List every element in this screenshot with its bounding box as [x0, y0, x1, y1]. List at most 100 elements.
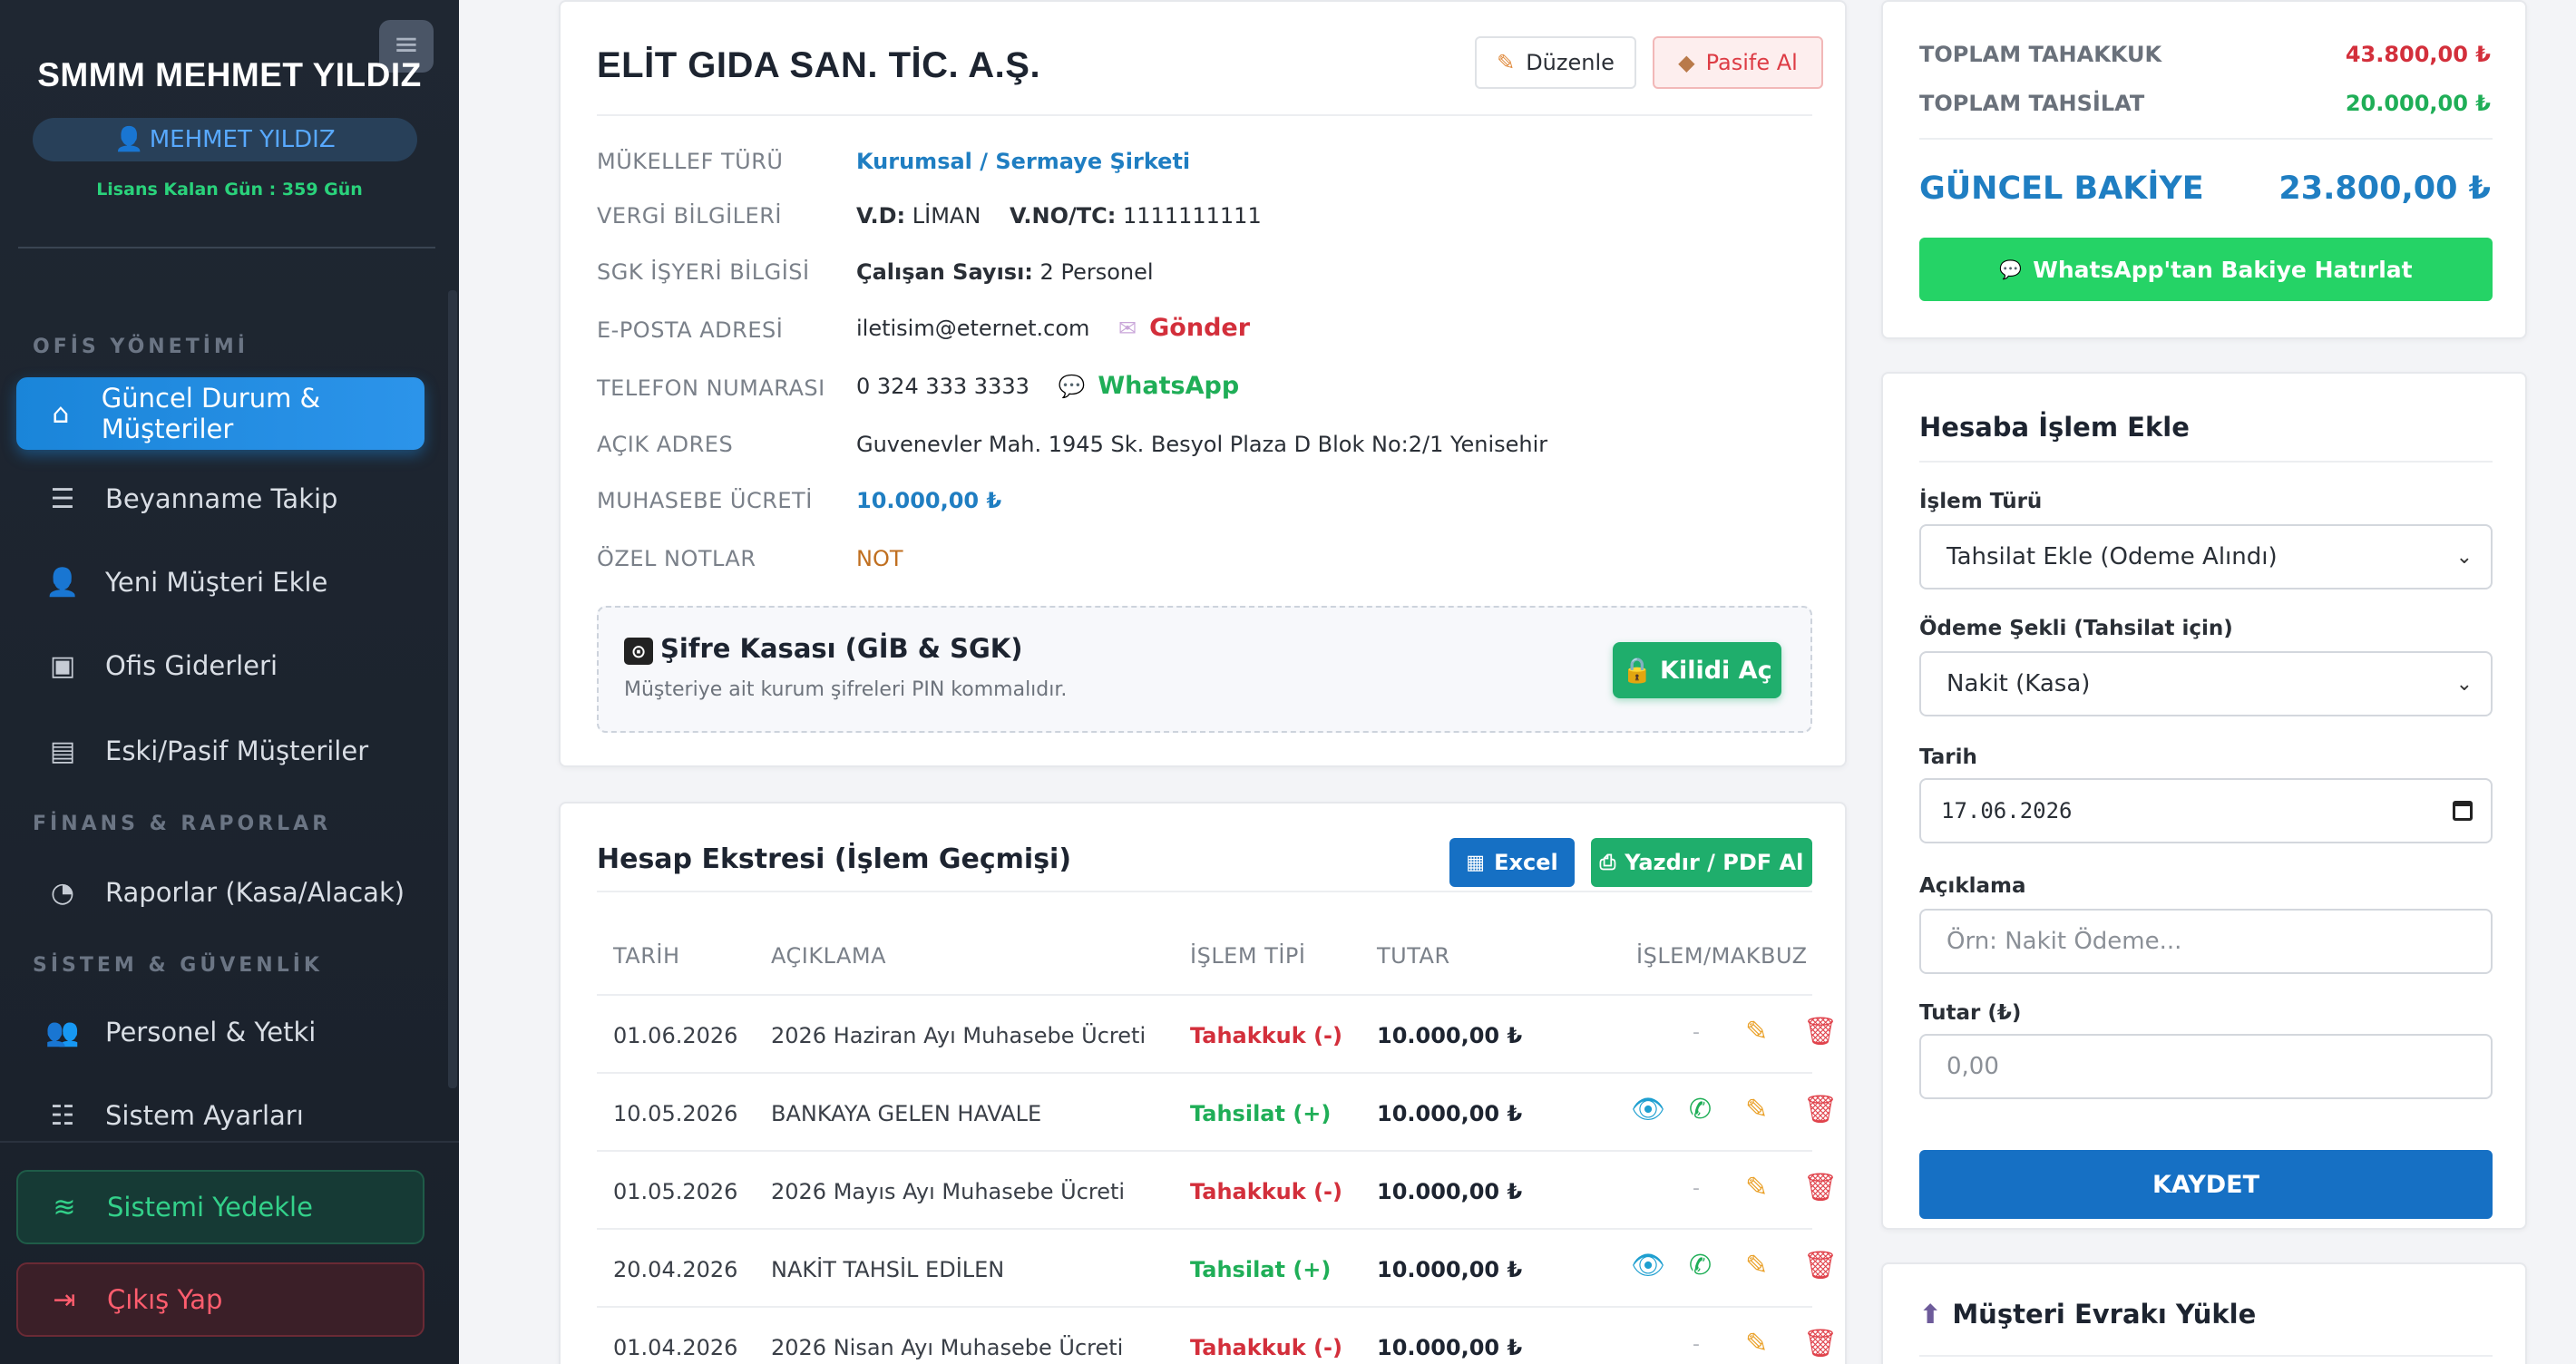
edit-icon[interactable]: ✎	[1745, 1172, 1768, 1203]
no-receipt-dash: -	[1693, 1333, 1700, 1356]
transaction-type-value: Tahsilat Ekle (Odeme Alındı)	[1947, 543, 2278, 570]
sidebar-item-declarations[interactable]: ☰ Beyanname Takip	[16, 463, 424, 535]
chevron-down-icon: ⌄	[2455, 545, 2473, 569]
transaction-type-select[interactable]: Tahsilat Ekle (Odeme Alındı) ⌄	[1919, 524, 2493, 589]
unlock-label: Kilidi Aç	[1660, 656, 1772, 685]
add-transaction-card: Hesaba İşlem Ekle İşlem Türü Tahsilat Ek…	[1881, 372, 2527, 1230]
row-amount: 10.000,00 ₺	[1377, 1101, 1523, 1126]
divider	[18, 247, 435, 248]
email-row: iletisim@eternet.com ✉ Gönder	[856, 314, 1250, 342]
row-description: 2026 Mayıs Ayı Muhasebe Ücreti	[771, 1179, 1126, 1204]
payment-method-value: Nakit (Kasa)	[1947, 670, 2091, 697]
sidebar-item-label: Beyanname Takip	[105, 483, 338, 514]
edit-icon[interactable]: ✎	[1745, 1328, 1768, 1359]
edit-icon[interactable]: ✎	[1745, 1016, 1768, 1047]
row-date: 01.06.2026	[613, 1023, 738, 1048]
excel-label: Excel	[1494, 850, 1558, 875]
backup-button[interactable]: ≋ Sistemi Yedekle	[16, 1170, 424, 1244]
trash-icon[interactable]: 🗑	[1803, 1328, 1838, 1359]
whatsapp-icon[interactable]: ✆	[1689, 1094, 1712, 1125]
trash-icon[interactable]: 🗑	[1803, 1172, 1838, 1203]
row-type: Tahakkuk (-)	[1190, 1179, 1342, 1204]
address-value: Guvenevler Mah. 1945 Sk. Besyol Plaza D …	[856, 432, 1548, 457]
date-input[interactable]: 17.06.2026	[1919, 778, 2493, 843]
row-type: Tahsilat (+)	[1190, 1101, 1332, 1126]
description-input[interactable]: Örn: Nakit Ödeme...	[1919, 909, 2493, 974]
section-system: SİSTEM & GÜVENLİK	[33, 954, 323, 977]
users-icon: 👥	[45, 1016, 80, 1048]
sidebar-scrollbar[interactable]	[448, 290, 457, 1088]
envelope-icon: ✉	[1118, 316, 1137, 341]
spreadsheet-icon: ▦	[1466, 851, 1486, 874]
row-type: Tahakkuk (-)	[1190, 1023, 1342, 1048]
user-badge[interactable]: 👤 MEHMET YILDIZ	[33, 118, 417, 161]
row-date: 01.05.2026	[613, 1179, 738, 1204]
type-value[interactable]: Kurumsal / Sermaye Şirketi	[856, 149, 1190, 174]
email-value: iletisim@eternet.com	[856, 316, 1090, 341]
amount-input[interactable]: 0,00	[1919, 1034, 2493, 1099]
sgk-label: SGK İŞYERİ BİLGİSİ	[597, 259, 810, 285]
payment-method-select[interactable]: Nakit (Kasa) ⌄	[1919, 651, 2493, 716]
type-label: MÜKELLEF TÜRÜ	[597, 149, 784, 174]
edit-icon[interactable]: ✎	[1745, 1250, 1768, 1281]
logout-button[interactable]: ⇥ Çıkış Yap	[16, 1262, 424, 1337]
divider	[1919, 461, 2493, 463]
divider	[597, 114, 1812, 116]
eye-icon[interactable]: 👁	[1631, 1094, 1665, 1125]
upload-icon: ⬆	[1919, 1299, 1942, 1330]
calendar-icon[interactable]	[2453, 801, 2473, 821]
sidebar-item-staff[interactable]: 👥 Personel & Yetki	[16, 996, 424, 1068]
edit-icon[interactable]: ✎	[1745, 1094, 1768, 1125]
col-date: TARİH	[613, 943, 680, 969]
sgk-count: 2 Personel	[1039, 259, 1154, 285]
upload-title: ⬆ Müşteri Evrakı Yükle	[1919, 1299, 2256, 1330]
whatsapp-icon[interactable]: ✆	[1689, 1250, 1712, 1281]
total-accrual-value: 43.800,00 ₺	[2345, 42, 2491, 67]
make-passive-button[interactable]: ◆ Pasife Al	[1653, 36, 1823, 89]
notes-label: ÖZEL NOTLAR	[597, 546, 756, 571]
whatsapp-reminder-button[interactable]: 💬 WhatsApp'tan Bakiye Hatırlat	[1919, 238, 2493, 301]
table-row: 10.05.2026 BANKAYA GELEN HAVALE Tahsilat…	[597, 1072, 1838, 1150]
trash-icon[interactable]: 🗑	[1803, 1094, 1838, 1125]
trash-icon[interactable]: 🗑	[1803, 1250, 1838, 1281]
eye-icon[interactable]: 👁	[1631, 1250, 1665, 1281]
amount-placeholder: 0,00	[1947, 1053, 1999, 1080]
whatsapp-link[interactable]: WhatsApp	[1098, 372, 1239, 400]
sidebar-item-label: Eski/Pasif Müşteriler	[105, 736, 369, 766]
unlock-button[interactable]: 🔒 Kilidi Aç	[1613, 642, 1781, 698]
excel-button[interactable]: ▦ Excel	[1449, 838, 1575, 887]
vault-title: ⊙ Şifre Kasası (GİB & SGK)	[624, 633, 1023, 665]
divider	[0, 1141, 459, 1143]
passive-label: Pasife Al	[1705, 50, 1798, 75]
send-email-link[interactable]: Gönder	[1149, 314, 1250, 342]
amount-label: Tutar (₺)	[1919, 1001, 2022, 1025]
sgk-value: Çalışan Sayısı: 2 Personel	[856, 259, 1154, 285]
row-type: Tahakkuk (-)	[1190, 1335, 1342, 1360]
col-amount: TUTAR	[1377, 943, 1450, 969]
client-card: ELİT GIDA SAN. TİC. A.Ş. ✎ Düzenle ◆ Pasif…	[559, 0, 1847, 767]
edit-button[interactable]: ✎ Düzenle	[1475, 36, 1636, 89]
form-title: Hesaba İşlem Ekle	[1919, 412, 2190, 443]
row-date: 01.04.2026	[613, 1335, 738, 1360]
notes-value: NOT	[856, 546, 903, 571]
sidebar-item-passive-clients[interactable]: ▤ Eski/Pasif Müşteriler	[16, 715, 424, 787]
divider	[1919, 1355, 2493, 1357]
user-plus-icon: 👤	[45, 566, 80, 599]
vault-subtitle: Müşteriye ait kurum şifreleri PIN kommal…	[624, 678, 1068, 701]
email-label: E-POSTA ADRESİ	[597, 317, 784, 343]
print-pdf-button[interactable]: ⎙ Yazdır / PDF Al	[1591, 838, 1812, 887]
table-row: 20.04.2026 NAKİT TAHSİL EDİLEN Tahsilat …	[597, 1228, 1838, 1306]
row-type: Tahsilat (+)	[1190, 1257, 1332, 1282]
sidebar-item-reports[interactable]: ◔ Raporlar (Kasa/Alacak)	[16, 856, 424, 929]
pie-chart-icon: ◔	[50, 876, 75, 909]
save-button[interactable]: KAYDET	[1919, 1150, 2493, 1219]
current-balance-value: 23.800,00 ₺	[2278, 170, 2491, 207]
sidebar-item-new-client[interactable]: 👤 Yeni Müşteri Ekle	[16, 546, 424, 619]
section-finance: FİNANS & RAPORLAR	[33, 813, 332, 835]
sidebar-item-label: Ofis Giderleri	[105, 650, 278, 681]
sidebar: ≡ SMMM MEHMET YILDIZ 👤 MEHMET YILDIZ Lisa…	[0, 0, 459, 1364]
date-value: 17.06.2026	[1941, 798, 2073, 823]
sidebar-item-dashboard[interactable]: ⌂ Güncel Durum & Müşteriler	[16, 377, 424, 450]
sidebar-item-expenses[interactable]: ▣ Ofis Giderleri	[16, 629, 424, 702]
trash-icon[interactable]: 🗑	[1803, 1016, 1838, 1047]
